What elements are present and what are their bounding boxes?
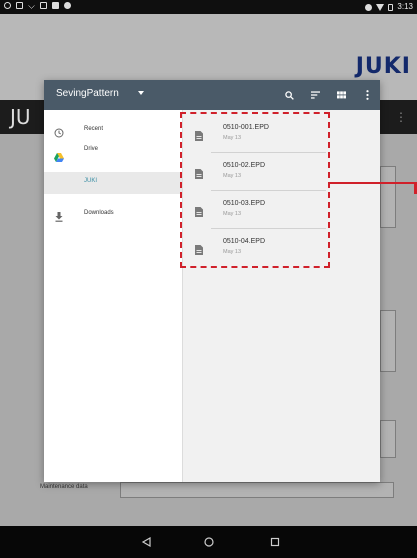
drawer-item-drive[interactable]: Drive [44,144,182,166]
grid-view-icon[interactable] [334,88,348,102]
drawer-item-label: Drive [84,146,99,152]
maintenance-data-label: Maintenance data [40,484,88,490]
background-panel [380,310,396,372]
search-icon[interactable] [282,88,296,102]
drawer-item-label: JUKI [84,178,98,184]
brand-logo: JUKI [355,54,411,79]
notification-icon [52,2,59,9]
drawer-item-downloads[interactable]: Downloads [44,204,182,226]
background-panel [120,482,394,498]
drive-icon [54,149,64,162]
back-icon[interactable] [139,535,153,549]
dialog-toolbar: SevingPattern [44,80,380,110]
more-vert-icon: ⋮ [395,110,407,124]
dialog-title[interactable]: SevingPattern [56,88,119,99]
toolbar-actions [282,88,374,102]
status-bar: 3:13 [0,0,417,14]
notification-icon [4,2,11,9]
notification-icon [16,2,23,9]
chevron-down-icon[interactable] [138,91,144,95]
notification-icons [4,2,71,9]
clock-time: 3:13 [397,2,413,11]
system-icons: 3:13 [365,2,413,12]
highlight-box [180,112,330,268]
roots-drawer: Recent Drive JUKI Downloads [44,110,183,482]
recents-icon[interactable] [268,535,282,549]
background-panel [380,166,396,228]
callout-line [330,182,417,184]
battery-icon [388,3,394,11]
check-icon [28,2,35,9]
wifi-icon [376,3,385,11]
drawer-item-label: Downloads [84,210,114,216]
download-icon [54,209,64,222]
notification-icon [40,2,47,9]
drawer-item-juki[interactable]: JUKI [44,172,182,194]
background-panel [380,420,396,458]
drawer-item-recent[interactable]: Recent [44,120,182,142]
more-vert-icon[interactable] [360,88,374,102]
clock-icon [54,125,64,138]
home-icon[interactable] [202,535,216,549]
notification-icon [64,2,71,9]
bluetooth-icon [365,3,373,11]
navigation-bar [0,526,417,558]
app-title: JU [10,105,31,129]
drawer-item-label: Recent [84,126,104,132]
sort-icon[interactable] [308,88,322,102]
